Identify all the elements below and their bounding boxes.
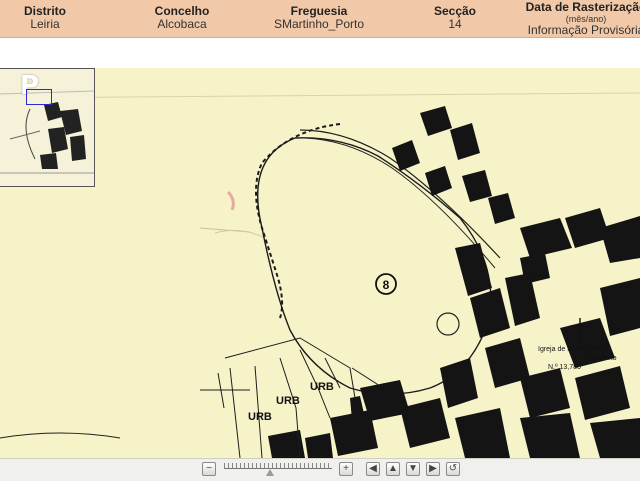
zoom-slider[interactable] [224, 463, 332, 476]
concelho-column: Concelho Alcobaca [140, 4, 224, 31]
distrito-value: Leiria [30, 17, 60, 31]
pan-left-button[interactable]: ◀ [366, 462, 380, 476]
data-column: Data de Rasterização (mês/ano) Informaçã… [518, 0, 640, 37]
freguesia-value: SMartinho_Porto [273, 17, 365, 31]
pan-down-button[interactable]: ▼ [406, 462, 420, 476]
urb-label-3: URB [248, 411, 272, 423]
building-blocks [268, 106, 640, 458]
map-toolbar: − + ◀ ▲ ▼ ▶ ↺ [0, 458, 640, 481]
parcel-number: 8 [383, 278, 390, 292]
concelho-label: Concelho [154, 4, 210, 18]
zoom-in-button[interactable]: + [339, 462, 353, 476]
overview-drawing [0, 90, 94, 174]
church-label-1: Igreja de S. Martinho [538, 346, 603, 353]
urb-label-1: URB [310, 381, 334, 393]
overview-map[interactable]: P [0, 68, 95, 187]
distrito-column: Distrito Leiria [20, 4, 70, 31]
zoom-out-button[interactable]: − [202, 462, 216, 476]
dashed-boundary [255, 123, 341, 319]
church-label-3: N.º 13,786 [548, 364, 581, 371]
pan-up-button[interactable]: ▲ [386, 462, 400, 476]
zoom-slider-line [224, 468, 332, 469]
data-label: Data de Rasterização [525, 0, 640, 14]
spacer-bar [0, 38, 640, 68]
map-drawing: 8 Igreja de S. Martinho do Porto N.º 13,… [0, 92, 640, 458]
data-value: Informação Provisória [527, 23, 640, 37]
zoom-slider-thumb[interactable] [266, 469, 274, 476]
freguesia-column: Freguesia SMartinho_Porto [262, 4, 376, 31]
distrito-label: Distrito [24, 4, 66, 18]
seccao-label: Secção [433, 4, 477, 18]
church-label-2: do Porto [590, 355, 617, 362]
seccao-column: Secção 14 [424, 4, 486, 31]
concelho-value: Alcobaca [157, 17, 207, 31]
parcel-outline [257, 137, 492, 395]
reset-view-button[interactable]: ↺ [446, 462, 460, 476]
overview-viewport-frame[interactable] [26, 89, 52, 105]
pan-right-button[interactable]: ▶ [426, 462, 440, 476]
urb-label-2: URB [276, 395, 300, 407]
freguesia-label: Freguesia [290, 4, 348, 18]
info-header: Distrito Leiria Concelho Alcobaca Fregue… [0, 0, 640, 38]
seccao-value: 14 [448, 17, 462, 31]
cadastral-map[interactable]: 8 Igreja de S. Martinho do Porto N.º 13,… [0, 68, 640, 458]
